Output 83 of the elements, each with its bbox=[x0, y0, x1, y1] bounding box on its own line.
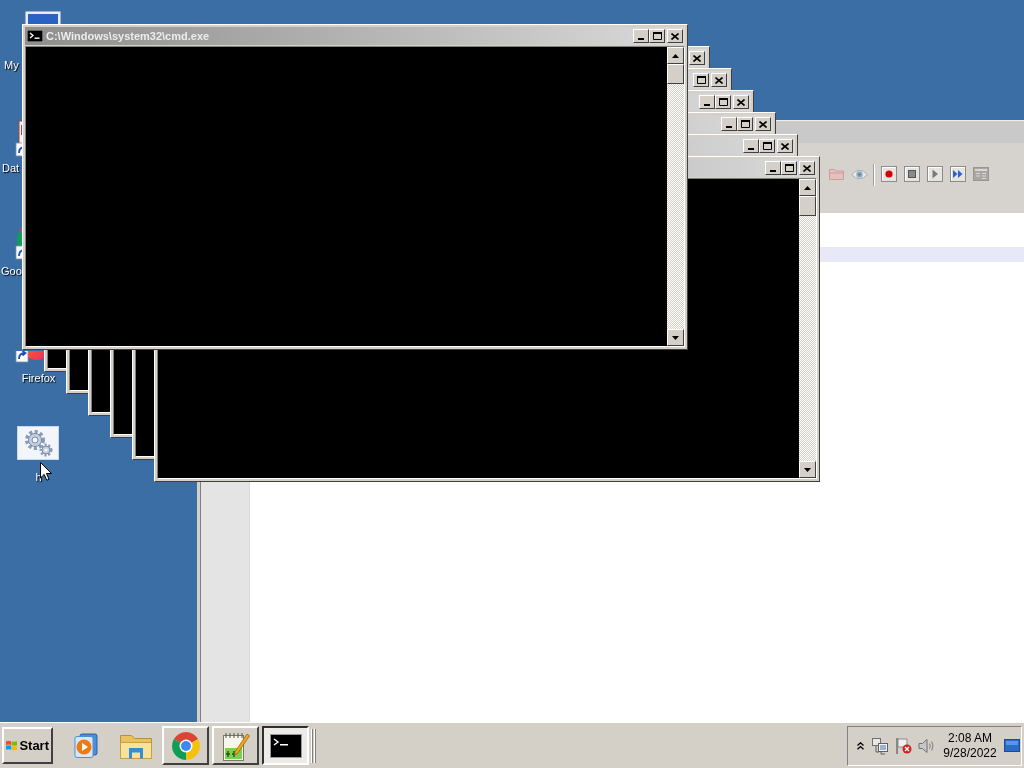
start-button[interactable]: Start bbox=[2, 727, 53, 764]
stop-icon bbox=[904, 166, 920, 182]
minimize-button[interactable] bbox=[699, 95, 715, 109]
maximize-button[interactable] bbox=[781, 161, 797, 175]
minimize-button[interactable] bbox=[633, 29, 649, 43]
close-icon bbox=[693, 54, 701, 62]
scroll-down-button[interactable] bbox=[799, 461, 816, 478]
scrollbar-thumb[interactable] bbox=[799, 196, 816, 216]
scroll-up-button[interactable] bbox=[667, 47, 684, 64]
browser-button[interactable] bbox=[162, 726, 209, 765]
window-title: C:\Windows\system32\cmd.exe bbox=[46, 29, 210, 43]
play-button[interactable] bbox=[925, 164, 945, 184]
minimize-button[interactable] bbox=[721, 117, 737, 131]
close-icon bbox=[715, 76, 723, 84]
monitor-icon bbox=[1004, 739, 1020, 752]
minimize-button[interactable] bbox=[743, 139, 759, 153]
close-button[interactable] bbox=[733, 95, 749, 109]
show-desktop-button[interactable] bbox=[1004, 738, 1020, 753]
maximize-button[interactable] bbox=[693, 73, 709, 87]
minimize-icon bbox=[748, 148, 754, 150]
fast-forward-icon bbox=[950, 166, 966, 182]
flag-error-icon[interactable] bbox=[895, 737, 912, 754]
desktop-icon-label[interactable]: Goo bbox=[1, 265, 22, 277]
desktop-icon-label[interactable]: h bbox=[35, 471, 42, 483]
maximize-button[interactable] bbox=[759, 139, 775, 153]
terminal-icon bbox=[269, 733, 302, 758]
record-button[interactable] bbox=[879, 164, 899, 184]
speaker-icon[interactable] bbox=[918, 737, 936, 754]
stop-button[interactable] bbox=[902, 164, 922, 184]
close-icon bbox=[759, 120, 767, 128]
windows-flag-icon bbox=[6, 738, 18, 753]
maximize-button[interactable] bbox=[737, 117, 753, 131]
window-icon bbox=[973, 167, 989, 181]
close-button[interactable] bbox=[667, 29, 683, 43]
minimize-button[interactable] bbox=[765, 161, 781, 175]
maximize-icon bbox=[696, 76, 706, 84]
up-arrow-icon bbox=[804, 185, 811, 190]
grip-icon bbox=[311, 728, 316, 763]
ring-logo-icon bbox=[170, 730, 201, 761]
scrollbar-thumb[interactable] bbox=[667, 64, 684, 84]
up-arrow-icon bbox=[672, 53, 679, 58]
close-icon bbox=[803, 164, 811, 172]
close-icon bbox=[737, 98, 745, 106]
close-button[interactable] bbox=[799, 161, 815, 175]
chevron-up-icon bbox=[856, 741, 864, 750]
desktop-icon-label[interactable]: My bbox=[4, 59, 19, 71]
maximize-icon bbox=[740, 120, 750, 128]
maximize-icon bbox=[784, 164, 794, 172]
minimize-icon bbox=[770, 170, 776, 172]
console-icon bbox=[27, 30, 43, 42]
eye-icon bbox=[850, 168, 868, 180]
scroll-up-button[interactable] bbox=[799, 179, 816, 196]
maximize-icon bbox=[652, 32, 662, 40]
maximize-icon bbox=[718, 98, 728, 106]
close-button[interactable] bbox=[689, 51, 705, 65]
network-icon[interactable] bbox=[871, 736, 889, 755]
close-icon bbox=[781, 142, 789, 150]
minimize-icon bbox=[704, 104, 710, 106]
minimize-icon bbox=[726, 126, 732, 128]
close-button[interactable] bbox=[777, 139, 793, 153]
maximize-button[interactable] bbox=[649, 29, 665, 43]
console-button[interactable] bbox=[262, 726, 309, 765]
close-icon bbox=[671, 32, 679, 40]
mouse-pointer-icon bbox=[40, 462, 52, 481]
close-button[interactable] bbox=[755, 117, 771, 131]
computer-icon[interactable] bbox=[24, 10, 62, 24]
play-circle-icon bbox=[72, 732, 99, 759]
down-arrow-icon bbox=[672, 335, 679, 340]
play-icon bbox=[927, 166, 943, 182]
maximize-icon bbox=[762, 142, 772, 150]
clock[interactable]: 2:08 AM 9/28/2022 bbox=[942, 730, 998, 761]
scroll-down-button[interactable] bbox=[667, 329, 684, 346]
record-icon bbox=[881, 166, 897, 182]
text-editor-button[interactable] bbox=[212, 726, 259, 765]
folder-icon bbox=[828, 168, 844, 180]
fast-forward-button[interactable] bbox=[948, 164, 968, 184]
maximize-button[interactable] bbox=[715, 95, 731, 109]
desktop-icon-label[interactable]: Firefox bbox=[21, 372, 56, 384]
close-button[interactable] bbox=[711, 73, 727, 87]
minimize-icon bbox=[638, 38, 644, 40]
down-arrow-icon bbox=[804, 467, 811, 472]
desktop-icon-label[interactable]: Dat bbox=[2, 162, 20, 174]
gears-icon[interactable] bbox=[17, 426, 59, 460]
